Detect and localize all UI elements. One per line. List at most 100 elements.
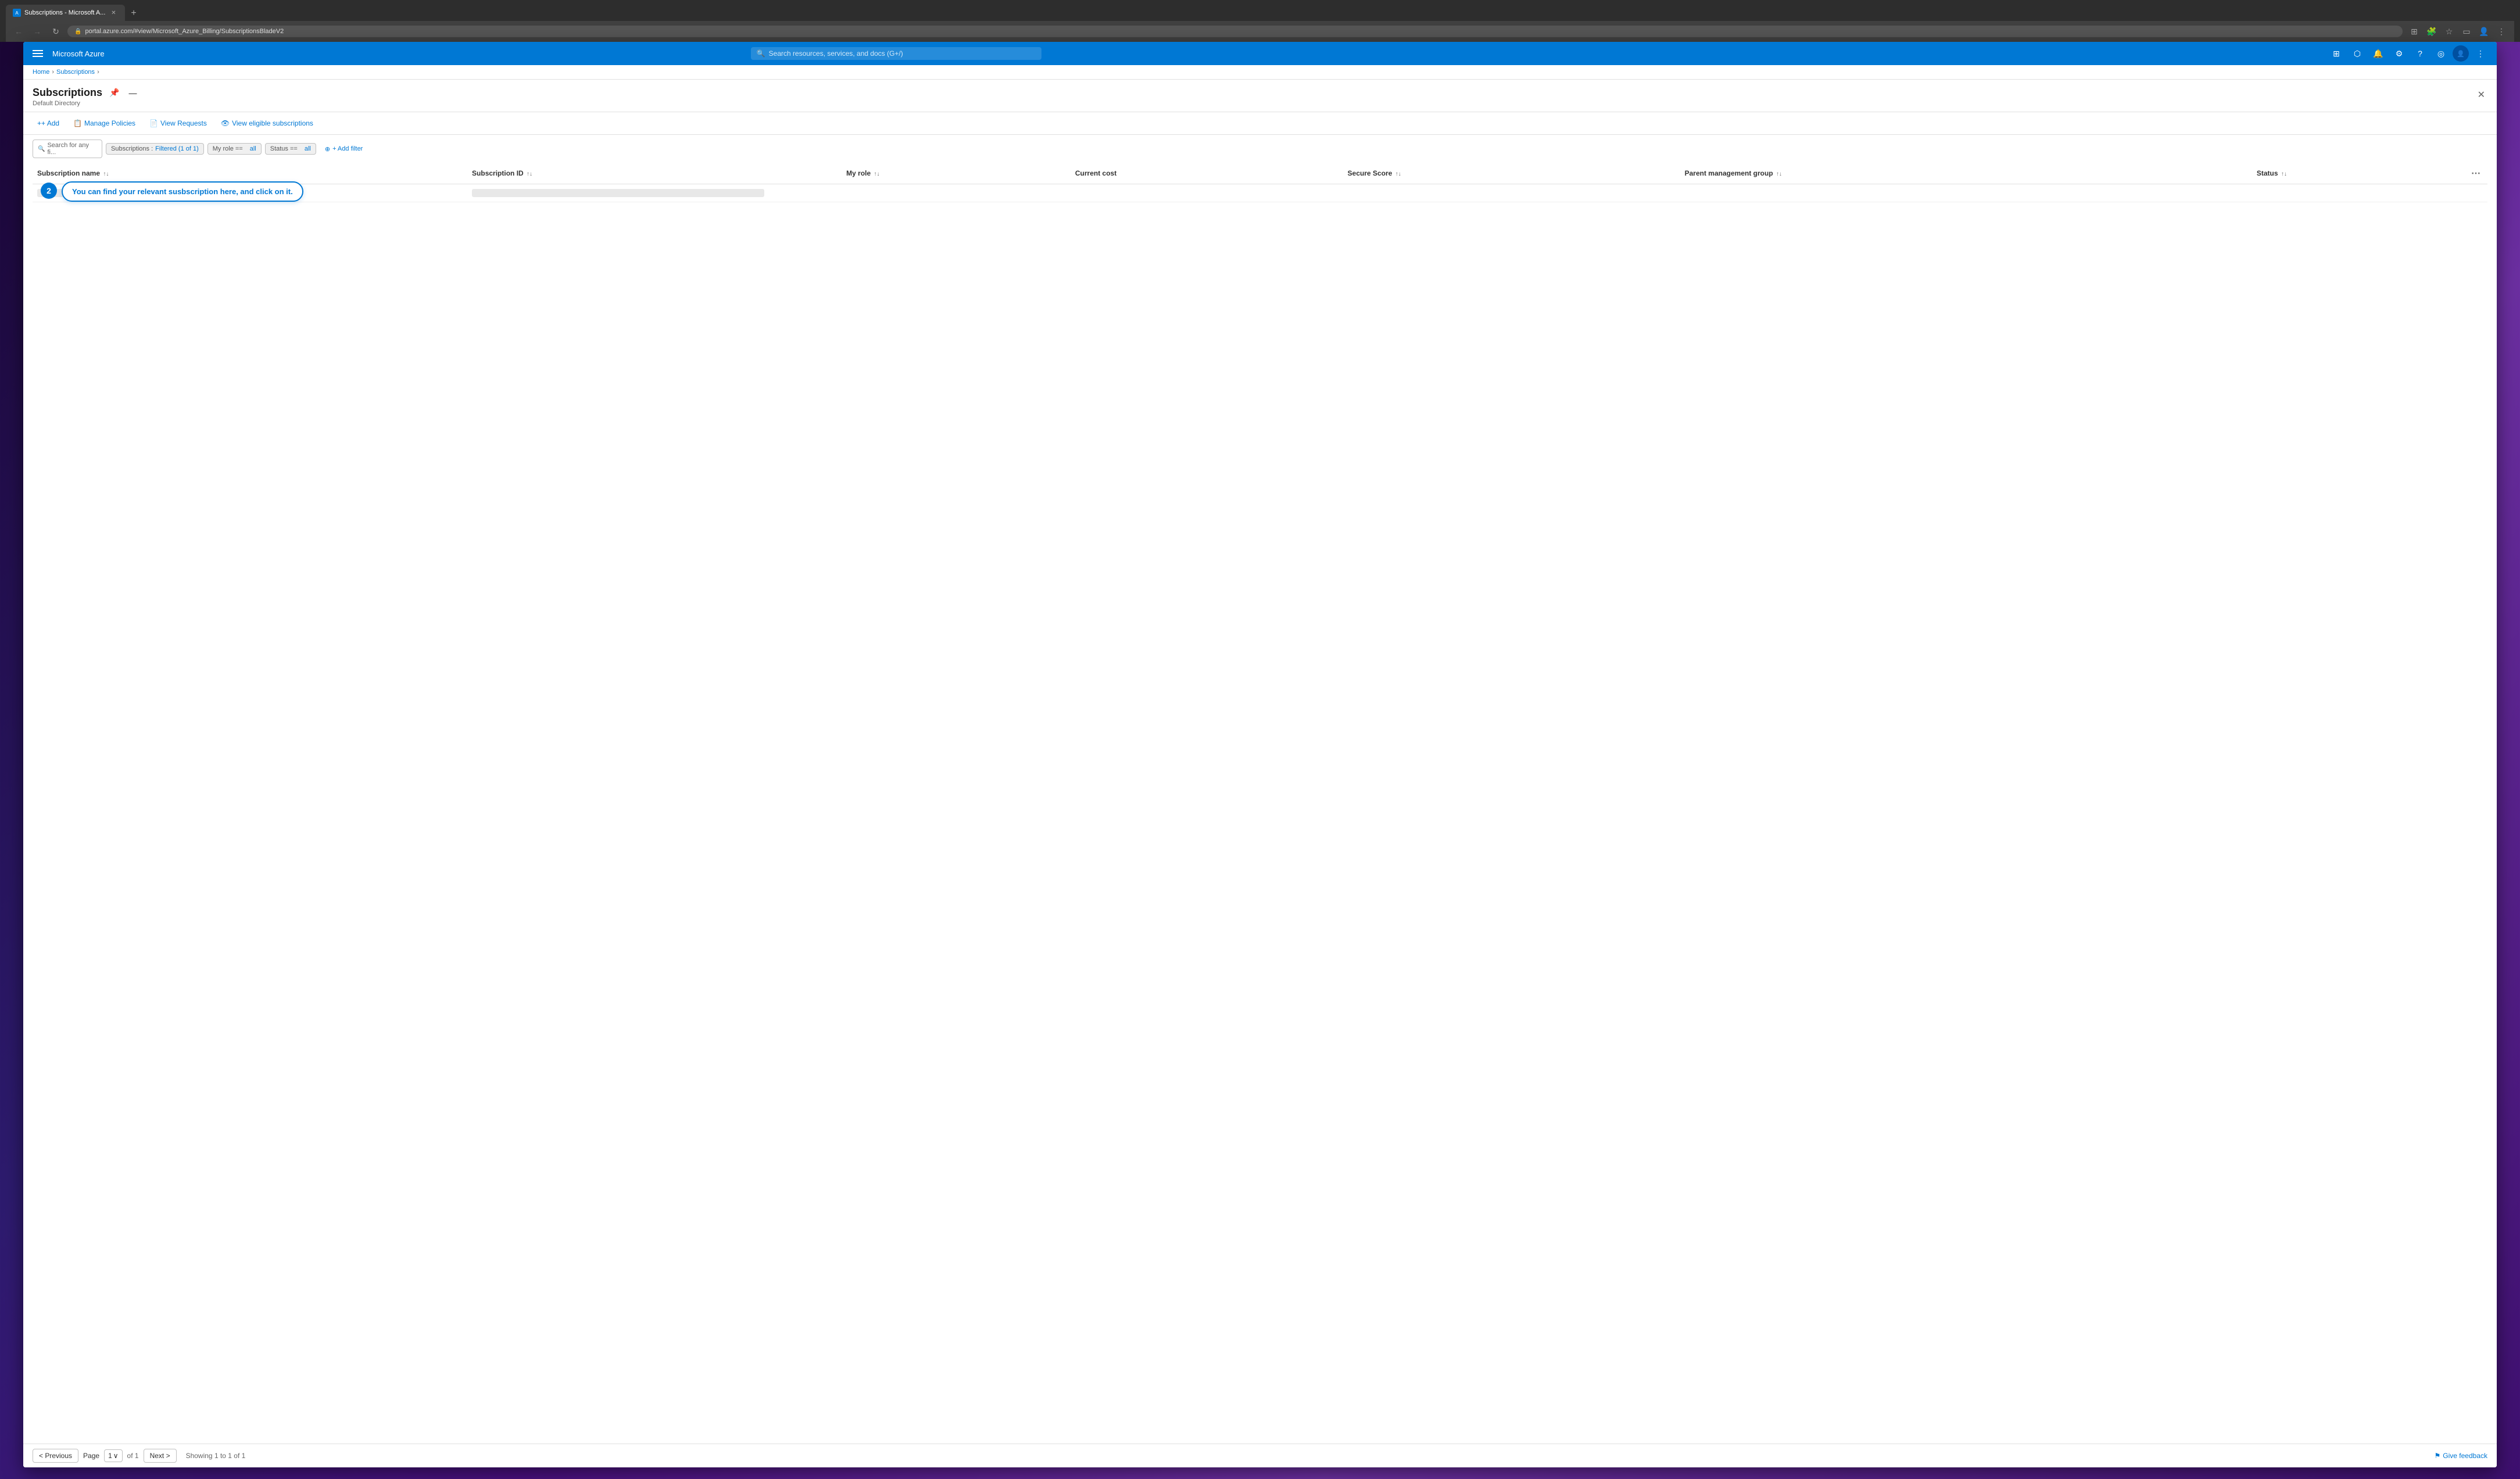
- manage-policies-icon: 📋: [73, 119, 82, 127]
- subscription-search-input[interactable]: 🔍 Search for any fi...: [33, 140, 102, 158]
- col-header-actions: ⋯: [2464, 163, 2487, 184]
- callout-badge: 2: [41, 183, 57, 199]
- callout-bubble: You can find your relevant susbscription…: [62, 181, 303, 202]
- screen-cast-icon[interactable]: ⊞: [2407, 24, 2421, 38]
- azure-topbar: Microsoft Azure 🔍 Search resources, serv…: [23, 42, 2497, 65]
- breadcrumb-home[interactable]: Home: [33, 69, 49, 76]
- col-header-current-cost[interactable]: Current cost: [1071, 163, 1343, 184]
- callout-container: 2 You can find your relevant susbscripti…: [41, 181, 303, 202]
- manage-policies-button[interactable]: 📋 Manage Policies: [69, 117, 140, 130]
- minimize-button[interactable]: —: [126, 87, 139, 99]
- cell-status: [2252, 184, 2464, 202]
- search-small-icon: 🔍: [38, 146, 45, 152]
- browser-toolbar: ← → ↻ 🔒 portal.azure.com/#view/Microsoft…: [6, 21, 2514, 42]
- manage-policies-label: Manage Policies: [84, 119, 135, 127]
- status-filter-value: all: [305, 145, 311, 152]
- nav-refresh-button[interactable]: ↻: [49, 24, 63, 38]
- col-header-subscription-id[interactable]: Subscription ID ↑↓: [467, 163, 842, 184]
- account-button[interactable]: 👤: [2453, 45, 2469, 62]
- bottom-bar: < Previous Page 1 ∨ of 1 Next > Showing …: [23, 1444, 2497, 1467]
- page-title-text: Subscriptions: [33, 87, 102, 99]
- table-row[interactable]: [33, 184, 2487, 202]
- give-feedback-button[interactable]: ⚑ Give feedback: [2435, 1452, 2487, 1460]
- add-filter-label: + Add filter: [332, 145, 363, 152]
- directory-button[interactable]: ⬡: [2348, 44, 2367, 63]
- feedback-topbar-button[interactable]: ◎: [2432, 44, 2450, 63]
- next-button[interactable]: Next >: [144, 1449, 177, 1463]
- sidebar-icon[interactable]: ▭: [2460, 24, 2474, 38]
- topbar-more-button[interactable]: ⋮: [2471, 44, 2490, 63]
- cell-my-role: [842, 184, 1071, 202]
- table-container: Subscription name ↑↓ Subscription ID ↑↓ …: [23, 163, 2497, 1444]
- hamburger-menu-button[interactable]: [30, 48, 45, 59]
- page-text: Page: [83, 1452, 99, 1460]
- topbar-actions: ⊞ ⬡ 🔔 ⚙ ? ◎ 👤 ⋮: [2327, 44, 2490, 63]
- nav-back-button[interactable]: ←: [12, 24, 26, 38]
- status-filter-chip[interactable]: Status == all: [265, 143, 316, 155]
- cell-parent-mgmt-group: [1680, 184, 2252, 202]
- page-dropdown-icon: ∨: [113, 1452, 119, 1460]
- col-header-my-role[interactable]: My role ↑↓: [842, 163, 1071, 184]
- myrole-filter-chip[interactable]: My role == all: [207, 143, 262, 155]
- page-value: 1: [108, 1452, 112, 1460]
- next-label: Next >: [150, 1452, 170, 1460]
- view-requests-button[interactable]: 📄 View Requests: [145, 117, 212, 130]
- sort-icon-secure: ↑↓: [1395, 171, 1401, 177]
- new-tab-button[interactable]: +: [126, 6, 141, 21]
- tab-label: Subscriptions - Microsoft A...: [24, 9, 105, 16]
- global-search-input[interactable]: 🔍 Search resources, services, and docs (…: [751, 47, 1041, 60]
- table-options-button[interactable]: ⋯: [2469, 166, 2483, 181]
- page-title-row: Subscriptions 📌 —: [33, 87, 2471, 99]
- profile-icon[interactable]: 👤: [2477, 24, 2491, 38]
- settings-button[interactable]: ⚙: [2390, 44, 2408, 63]
- add-filter-icon: ⊕: [325, 145, 330, 153]
- view-eligible-icon: 👁: [221, 119, 230, 127]
- add-button[interactable]: + + Add: [33, 117, 64, 130]
- address-text: portal.azure.com/#view/Microsoft_Azure_B…: [85, 28, 284, 35]
- page-title-section: Subscriptions 📌 — Default Directory: [33, 87, 2471, 107]
- notifications-button[interactable]: 🔔: [2369, 44, 2387, 63]
- page-header: Subscriptions 📌 — Default Directory ✕: [23, 80, 2497, 112]
- tab-close-button[interactable]: ✕: [109, 8, 118, 17]
- address-bar[interactable]: 🔒 portal.azure.com/#view/Microsoft_Azure…: [67, 26, 2403, 37]
- tab-favicon: A: [13, 9, 21, 17]
- search-placeholder-text: Search resources, services, and docs (G+…: [769, 49, 903, 58]
- breadcrumb-subscriptions[interactable]: Subscriptions: [56, 69, 95, 76]
- table-header-row: Subscription name ↑↓ Subscription ID ↑↓ …: [33, 163, 2487, 184]
- cell-subscription-id: [467, 184, 842, 202]
- showing-info-text: Showing 1 to 1 of 1: [186, 1452, 246, 1460]
- azure-logo[interactable]: Microsoft Azure: [52, 49, 105, 58]
- col-header-parent-mgmt-group[interactable]: Parent management group ↑↓: [1680, 163, 2252, 184]
- subscriptions-filter-chip[interactable]: Subscriptions : Filtered (1 of 1): [106, 143, 204, 155]
- breadcrumb: Home › Subscriptions ›: [23, 65, 2497, 80]
- subscriptions-table: Subscription name ↑↓ Subscription ID ↑↓ …: [33, 163, 2487, 202]
- pin-button[interactable]: 📌: [107, 87, 121, 99]
- close-button[interactable]: ✕: [2475, 87, 2487, 103]
- browser-actions: ⊞ 🧩 ☆ ▭ 👤 ⋮: [2407, 24, 2508, 38]
- browser-chrome: A Subscriptions - Microsoft A... ✕ + ← →…: [0, 0, 2520, 42]
- breadcrumb-separator-2: ›: [97, 69, 99, 76]
- subscriptions-filter-label: Subscriptions :: [111, 145, 153, 152]
- skeleton-id: [472, 189, 764, 197]
- page-subtitle: Default Directory: [33, 100, 2471, 107]
- view-requests-icon: 📄: [149, 119, 158, 127]
- bookmark-star-icon[interactable]: ☆: [2442, 24, 2456, 38]
- address-lock-icon: 🔒: [74, 28, 81, 35]
- more-options-icon[interactable]: ⋮: [2494, 24, 2508, 38]
- add-label: + Add: [41, 119, 59, 127]
- browser-extension-icon[interactable]: 🧩: [2425, 24, 2439, 38]
- cloud-shell-button[interactable]: ⊞: [2327, 44, 2346, 63]
- toolbar: + + Add 📋 Manage Policies 📄 View Request…: [23, 112, 2497, 135]
- previous-button[interactable]: < Previous: [33, 1449, 78, 1463]
- page-number-select[interactable]: 1 ∨: [104, 1449, 122, 1462]
- add-filter-button[interactable]: ⊕ + Add filter: [320, 143, 368, 155]
- nav-forward-button[interactable]: →: [30, 24, 44, 38]
- view-eligible-label: View eligible subscriptions: [232, 119, 313, 127]
- help-button[interactable]: ?: [2411, 44, 2429, 63]
- view-eligible-button[interactable]: 👁 View eligible subscriptions: [216, 117, 318, 130]
- active-tab[interactable]: A Subscriptions - Microsoft A... ✕: [6, 5, 125, 21]
- sort-icon-name: ↑↓: [103, 171, 109, 177]
- col-header-status[interactable]: Status ↑↓: [2252, 163, 2464, 184]
- col-header-secure-score[interactable]: Secure Score ↑↓: [1343, 163, 1680, 184]
- previous-label: < Previous: [39, 1452, 72, 1460]
